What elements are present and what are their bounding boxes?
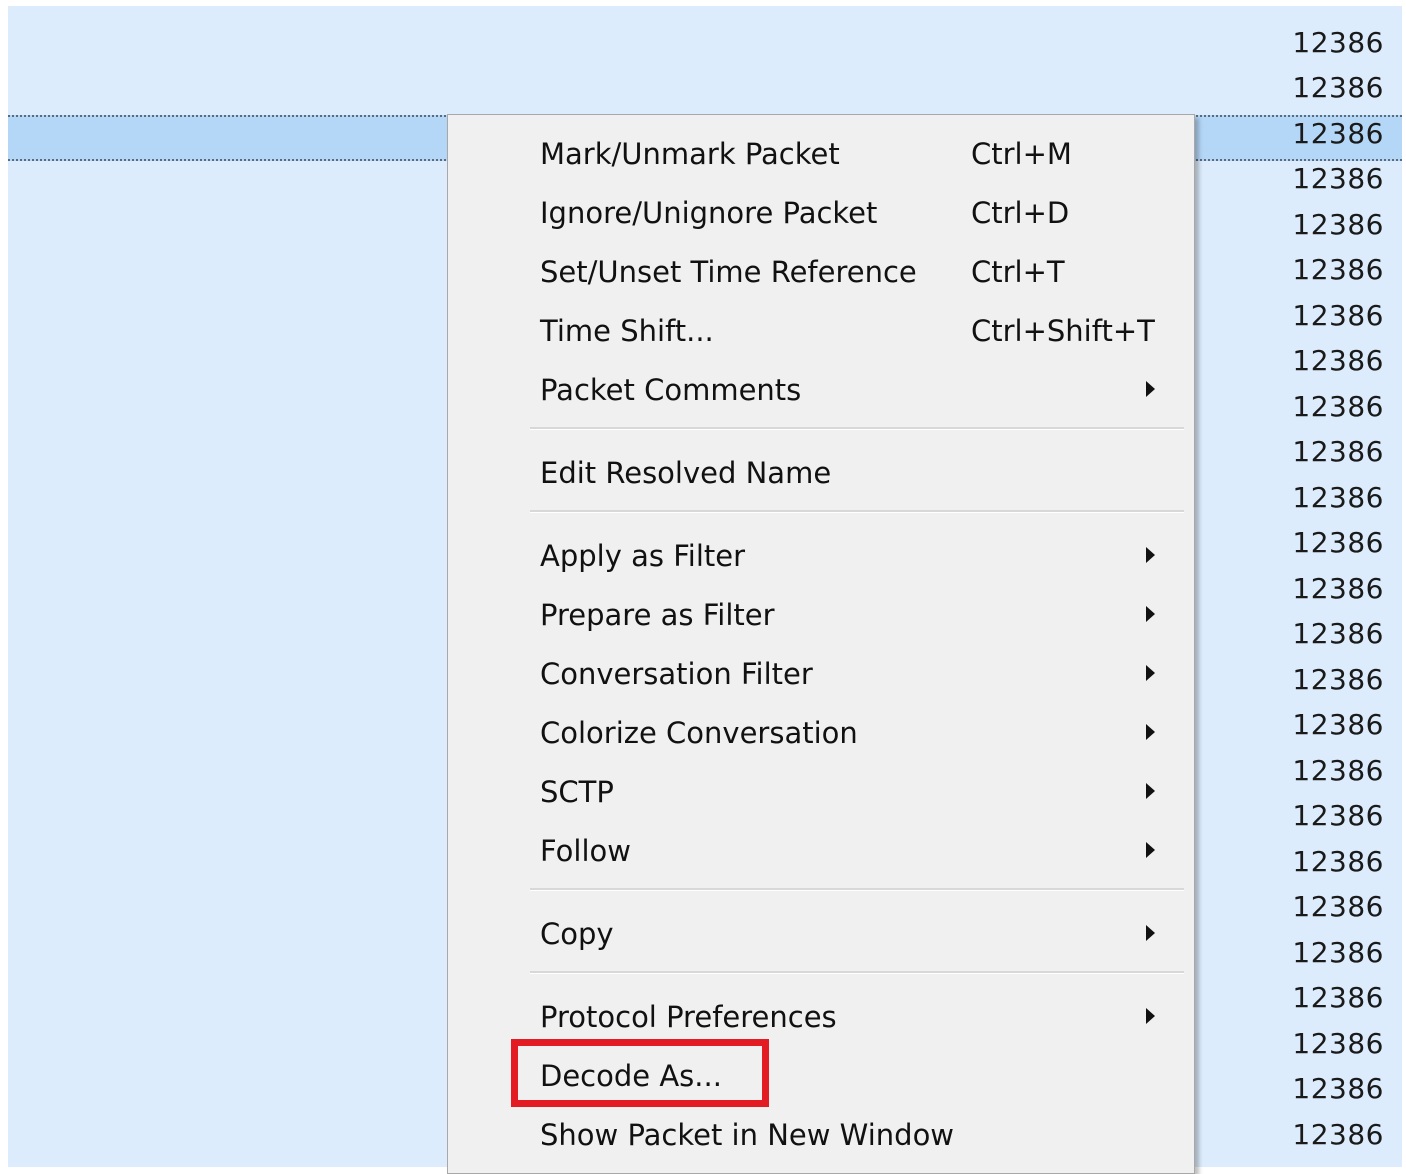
menu-item-shortcut: Ctrl+M (971, 137, 1072, 171)
port-cell: 12386 (1292, 1072, 1384, 1105)
menu-item-sctp[interactable]: SCTP (448, 767, 1194, 817)
submenu-arrow-icon (1146, 547, 1155, 563)
menu-item-prepare-as-filter[interactable]: Prepare as Filter (448, 590, 1194, 640)
menu-item-set-unset-time-reference[interactable]: Set/Unset Time Reference Ctrl+T (448, 247, 1194, 297)
submenu-arrow-icon (1146, 1008, 1155, 1024)
port-cell: 12386 (1292, 845, 1384, 878)
menu-item-label: Time Shift... (540, 314, 714, 348)
menu-item-label: Packet Comments (540, 373, 802, 407)
menu-item-label: Conversation Filter (540, 657, 813, 691)
menu-item-edit-resolved-name[interactable]: Edit Resolved Name (448, 448, 1194, 498)
menu-item-colorize-conversation[interactable]: Colorize Conversation (448, 708, 1194, 758)
submenu-arrow-icon (1146, 724, 1155, 740)
port-cell: 12386 (1292, 708, 1384, 741)
menu-item-label: Protocol Preferences (540, 1000, 837, 1034)
submenu-arrow-icon (1146, 783, 1155, 799)
port-cell: 12386 (1292, 1118, 1384, 1151)
port-cell: 12386 (1292, 572, 1384, 605)
port-cell: 12386 (1292, 344, 1384, 377)
port-cell: 12386 (1292, 208, 1384, 241)
menu-separator (530, 510, 1184, 513)
menu-item-label: Follow (540, 834, 631, 868)
menu-item-label: Set/Unset Time Reference (540, 255, 917, 289)
packet-context-menu: Mark/Unmark Packet Ctrl+M Ignore/Unignor… (447, 114, 1195, 1174)
port-cell: 12386 (1292, 526, 1384, 559)
menu-item-shortcut: Ctrl+T (971, 255, 1065, 289)
menu-item-label: Show Packet in New Window (540, 1118, 955, 1152)
submenu-arrow-icon (1146, 842, 1155, 858)
menu-item-label: Ignore/Unignore Packet (540, 196, 878, 230)
menu-item-packet-comments[interactable]: Packet Comments (448, 365, 1194, 415)
port-cell: 12386 (1292, 26, 1384, 59)
menu-separator (530, 427, 1184, 430)
menu-item-mark-unmark-packet[interactable]: Mark/Unmark Packet Ctrl+M (448, 129, 1194, 179)
menu-separator (530, 888, 1184, 891)
decode-as-highlight-box (511, 1039, 769, 1107)
menu-item-ignore-unignore-packet[interactable]: Ignore/Unignore Packet Ctrl+D (448, 188, 1194, 238)
port-cell: 12386 (1292, 253, 1384, 286)
menu-item-label: Edit Resolved Name (540, 456, 832, 490)
menu-item-label: SCTP (540, 775, 614, 809)
menu-item-apply-as-filter[interactable]: Apply as Filter (448, 531, 1194, 581)
port-cell: 12386 (1292, 754, 1384, 787)
port-cell: 12386 (1292, 890, 1384, 923)
submenu-arrow-icon (1146, 381, 1155, 397)
menu-separator (530, 971, 1184, 974)
menu-item-shortcut: Ctrl+Shift+T (971, 314, 1155, 348)
menu-item-follow[interactable]: Follow (448, 826, 1194, 876)
submenu-arrow-icon (1146, 606, 1155, 622)
port-cell: 12386 (1292, 981, 1384, 1014)
port-cell: 12386 (1292, 390, 1384, 423)
menu-item-conversation-filter[interactable]: Conversation Filter (448, 649, 1194, 699)
port-cell: 12386 (1292, 936, 1384, 969)
port-cell: 12386 (1292, 663, 1384, 696)
menu-item-label: Prepare as Filter (540, 598, 775, 632)
port-cell: 12386 (1292, 117, 1384, 150)
port-cell: 12386 (1292, 162, 1384, 195)
port-cell: 12386 (1292, 435, 1384, 468)
menu-item-shortcut: Ctrl+D (971, 196, 1070, 230)
menu-item-protocol-preferences[interactable]: Protocol Preferences (448, 992, 1194, 1042)
port-cell: 12386 (1292, 299, 1384, 332)
port-cell: 12386 (1292, 1027, 1384, 1060)
menu-item-label: Copy (540, 917, 614, 951)
submenu-arrow-icon (1146, 925, 1155, 941)
port-cell: 12386 (1292, 71, 1384, 104)
menu-item-label: Colorize Conversation (540, 716, 858, 750)
menu-item-label: Apply as Filter (540, 539, 746, 573)
submenu-arrow-icon (1146, 665, 1155, 681)
port-cell: 12386 (1292, 617, 1384, 650)
port-cell: 12386 (1292, 481, 1384, 514)
menu-item-time-shift[interactable]: Time Shift... Ctrl+Shift+T (448, 306, 1194, 356)
menu-item-copy[interactable]: Copy (448, 909, 1194, 959)
port-cell: 12386 (1292, 799, 1384, 832)
menu-item-label: Mark/Unmark Packet (540, 137, 840, 171)
menu-item-show-packet-in-new-window[interactable]: Show Packet in New Window (448, 1110, 1194, 1160)
